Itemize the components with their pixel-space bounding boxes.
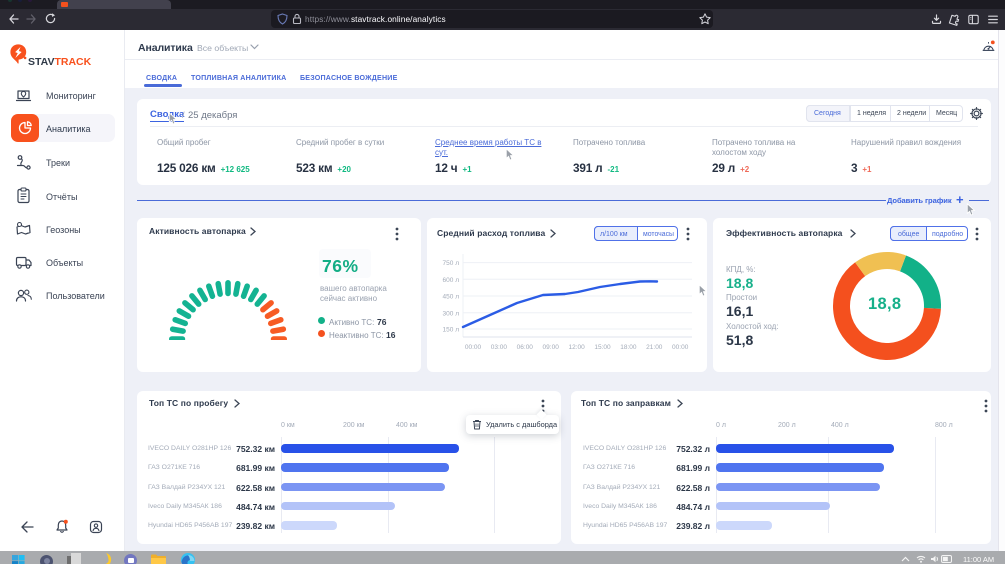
svg-text:600 л: 600 л [443, 277, 460, 284]
svg-text:00:00: 00:00 [672, 344, 689, 351]
svg-text:450 л: 450 л [443, 294, 460, 301]
svg-text:03:00: 03:00 [491, 344, 508, 351]
svg-text:15:00: 15:00 [594, 344, 611, 351]
svg-text:09:00: 09:00 [543, 344, 560, 351]
svg-text:300 л: 300 л [443, 310, 460, 317]
svg-text:06:00: 06:00 [517, 344, 534, 351]
svg-text:21:00: 21:00 [646, 344, 663, 351]
svg-text:00:00: 00:00 [465, 344, 482, 351]
svg-text:150 л: 150 л [443, 327, 460, 334]
svg-text:750 л: 750 л [443, 260, 460, 267]
svg-text:12:00: 12:00 [568, 344, 585, 351]
svg-text:18:00: 18:00 [620, 344, 637, 351]
